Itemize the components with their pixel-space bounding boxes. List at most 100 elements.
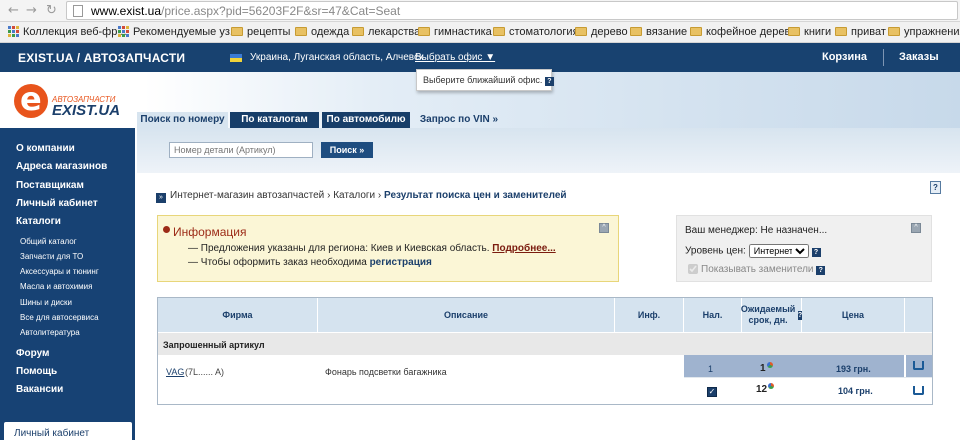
logo-name[interactable]: EXIST.UA [52,102,120,119]
col-info[interactable]: Инф. [615,298,684,332]
orders-link[interactable]: Заказы [899,51,939,63]
bookmark-folder[interactable]: приват [835,26,886,38]
col-stock[interactable]: Нал. [684,298,742,332]
bookmark-folder[interactable]: книги [788,26,831,38]
group-header: Запрошенный артикул [158,333,932,355]
sidebar-item-stores[interactable]: Адреса магазинов [16,161,107,172]
days-number: 12 [756,384,768,395]
sidebar-item-help[interactable]: Помощь [16,366,57,377]
sidebar-item-account[interactable]: Личный кабинет [16,198,98,209]
tab-catalogs[interactable]: По каталогам [230,112,319,128]
site-brand[interactable]: EXIST.UA / АВТОЗАПЧАСТИ [18,51,185,65]
bookmark-folder[interactable]: вязание [630,26,687,38]
sidebar-item-catalogs[interactable]: Каталоги [16,216,61,227]
tab-by-car[interactable]: По автомобилю [322,112,410,128]
bookmark-label: приват [851,26,886,38]
show-replacements-checkbox[interactable] [688,264,698,275]
sidebar-sub-general-catalog[interactable]: Общий каталог [20,237,77,246]
bookmark-label: одежда [311,26,350,38]
brand-link[interactable]: VAG [166,367,184,377]
breadcrumb-catalogs[interactable]: Каталоги [333,190,375,201]
registration-link[interactable]: регистрация [370,257,432,268]
sidebar-sub-literature[interactable]: Автолитература [20,328,80,337]
bookmark-folder[interactable]: лекарства [352,26,420,38]
price-level-label: Уровень цен: [685,245,746,257]
sidebar-item-suppliers[interactable]: Поставщикам [16,180,84,191]
collapse-icon[interactable]: ^ [911,223,921,233]
url-field[interactable]: www.exist.ua/price.aspx?pid=56203F2F&sr=… [66,1,958,20]
bookmark-label: вязание [646,26,688,38]
bookmarks-bar: Коллекция веб-фр... Рекомендуемые уз... … [0,22,960,43]
sidebar-sub-maintenance[interactable]: Запчасти для ТО [20,252,83,261]
bookmark-folder[interactable]: упражнения [888,26,960,38]
add-to-cart-icon[interactable] [913,386,924,395]
col-brand[interactable]: Фирма [158,298,318,332]
search-button[interactable]: Поиск » [321,142,373,158]
bookmark-folder[interactable]: рецепты [231,26,290,38]
folder-icon [575,27,587,36]
sidebar-sub-service[interactable]: Все для автосервиса [20,313,99,322]
bookmark-apps[interactable]: Коллекция веб-фр... [8,26,127,38]
folder-icon [418,27,430,36]
collapse-icon[interactable]: ^ [599,223,609,233]
table-row-highlight [684,355,904,377]
part-number-input[interactable] [169,142,313,158]
show-replacements-label: Показывать заменители [701,264,814,275]
delivery-chart-icon[interactable] [766,362,773,368]
back-icon[interactable]: ← [8,3,19,18]
sidebar-item-vacancies[interactable]: Вакансии [16,384,63,395]
sidebar-sub-tires[interactable]: Шины и диски [20,298,72,307]
details-link[interactable]: Подробнее... [492,243,555,254]
help-icon[interactable]: ? [544,77,554,86]
forward-icon[interactable]: → [26,3,37,18]
office-tooltip: Выберите ближайший офис. ? [416,69,554,91]
folder-icon [231,27,243,36]
bookmark-folder[interactable]: гимнастика [418,26,492,38]
col-expected-days[interactable]: Ожидаемый срок, дн. ? [741,298,803,332]
tab-vin-request[interactable]: Запрос по VIN » [415,112,503,128]
info-line-region: — Предложения указаны для региона: Киев … [188,243,556,254]
sidebar-sub-oils[interactable]: Масла и автохимия [20,282,92,291]
description: Фонарь подсветки багажника [325,367,447,377]
choose-office-link[interactable]: Выбрать офис ▼ [415,52,495,63]
site-top-bar: EXIST.UA / АВТОЗАПЧАСТИ Украина, Луганск… [0,43,960,72]
col-price[interactable]: Цена [802,298,905,332]
bookmark-folder[interactable]: одежда [295,26,349,38]
help-icon[interactable]: ? [816,266,826,275]
delivery-chart-icon[interactable] [768,383,775,389]
bookmark-label: рецепты [247,26,291,38]
bookmark-recommended[interactable]: Рекомендуемые уз... [118,26,239,38]
price-level-select[interactable]: Интернет [748,244,809,258]
folder-icon [493,27,505,36]
breadcrumb-current: Результат поиска цен и заменителей [384,190,567,201]
page-icon [73,5,83,17]
folder-icon [788,27,800,36]
page-help-icon[interactable]: ? [930,181,941,194]
bookmark-folder[interactable]: кофейное дерево [690,26,796,38]
breadcrumb-shop[interactable]: Интернет-магазин автозапчастей [170,190,324,201]
bookmark-folder[interactable]: стоматология [493,26,579,38]
sidebar-item-about[interactable]: О компании [16,143,75,154]
bookmark-folder[interactable]: дерево [575,26,628,38]
info-line-registration: — Чтобы оформить заказ необходима регист… [188,257,432,268]
bookmark-label: гимнастика [434,26,492,38]
url-host: www.exist.ua [91,4,162,18]
apps-icon [118,26,129,37]
sidebar-item-forum[interactable]: Форум [16,348,49,359]
add-to-cart-icon[interactable] [913,361,924,370]
folder-icon [690,27,702,36]
sidebar-sub-accessories[interactable]: Аксессуары и тюнинг [20,267,99,276]
breadcrumb: » Интернет-магазин автозапчастей › Катало… [156,190,567,203]
table-row [158,355,684,401]
tab-search-by-number[interactable]: Поиск по номеру [137,112,228,128]
info-registration-text: — Чтобы оформить заказ необходима [188,257,367,268]
sidebar: О компании Адреса магазинов Поставщикам … [0,128,135,440]
help-icon[interactable]: ? [811,247,821,257]
bookmark-label: Рекомендуемые уз... [133,26,240,38]
account-box[interactable]: Личный кабинет [4,422,132,440]
settings-panel: Ваш менеджер: Не назначен... Уровень цен… [676,215,932,282]
col-description[interactable]: Описание [318,298,615,332]
logo-icon[interactable] [14,80,48,118]
cart-link[interactable]: Корзина [822,51,867,63]
reload-icon[interactable]: ↻ [46,3,57,18]
